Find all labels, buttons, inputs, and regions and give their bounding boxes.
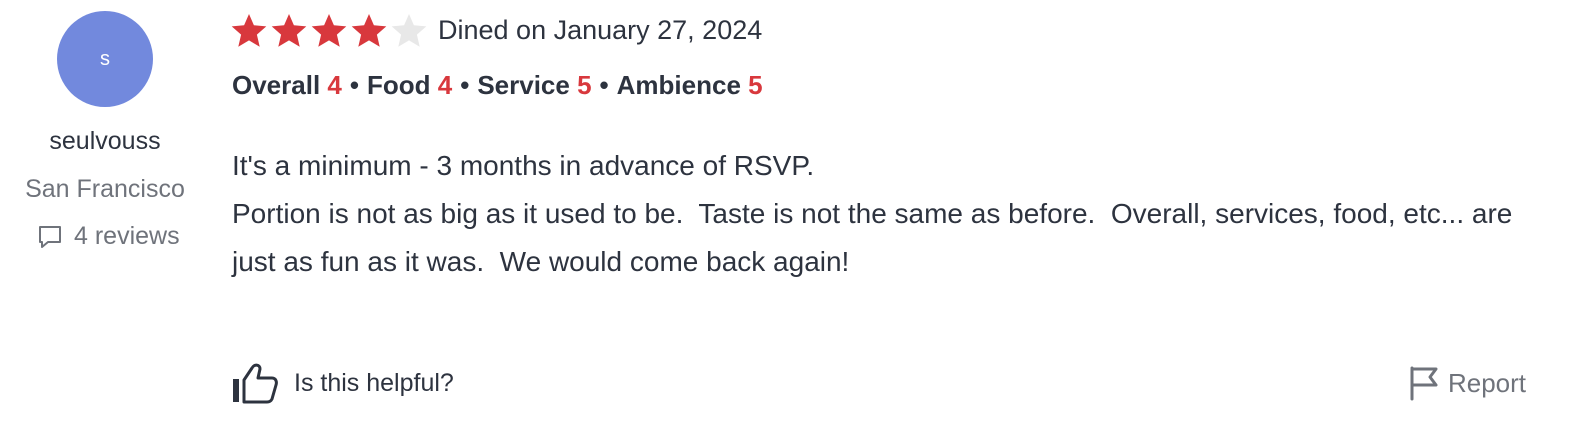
subratings: Overall 4 • Food 4 • Service 5 • Ambience 5 [232, 70, 763, 101]
star-rating [230, 12, 430, 52]
subrating-label: Food [366, 70, 438, 100]
subrating-label: Service [477, 70, 578, 100]
subrating-value: 5 [577, 70, 592, 100]
star-filled-icon [230, 12, 270, 52]
report-button[interactable]: Report [1408, 365, 1526, 401]
subrating-label: Ambience [616, 70, 749, 100]
star-empty-icon [390, 12, 430, 52]
avatar[interactable]: s [57, 11, 153, 107]
subrating-separator: • [460, 70, 470, 100]
helpful-button[interactable]: Is this helpful? [230, 360, 454, 406]
review-paragraph: Portion is not as big as it used to be. … [232, 198, 1521, 277]
reviewer-name: seulvouss [49, 127, 161, 155]
star-filled-icon [310, 12, 350, 52]
helpful-label: Is this helpful? [294, 368, 454, 397]
subrating-separator: • [599, 70, 609, 100]
reviewer-location: San Francisco [25, 175, 185, 203]
star-filled-icon [350, 12, 390, 52]
avatar-initial: s [100, 47, 110, 70]
flag-icon [1410, 366, 1438, 401]
star-filled-icon [270, 12, 310, 52]
subrating-label: Overall [232, 70, 328, 100]
report-label: Report [1447, 367, 1526, 398]
subrating-separator: • [349, 70, 359, 100]
reviewer-review-count: 4 reviews [36, 222, 180, 251]
review-card: s seulvouss San Francisco 4 reviews Dine… [0, 0, 1584, 440]
thumbs-up-icon [233, 363, 278, 404]
subrating-value: 4 [437, 70, 453, 100]
dined-date: Dined on January 27, 2024 [438, 15, 763, 45]
review-paragraph: It's a minimum - 3 months in advance of … [232, 150, 815, 181]
subrating-value: 5 [748, 70, 763, 100]
review-count-label: 4 reviews [74, 222, 180, 250]
comment-icon [39, 225, 61, 248]
subrating-value: 4 [327, 70, 342, 100]
review-body: It's a minimum - 3 months in advance of … [232, 142, 1552, 286]
